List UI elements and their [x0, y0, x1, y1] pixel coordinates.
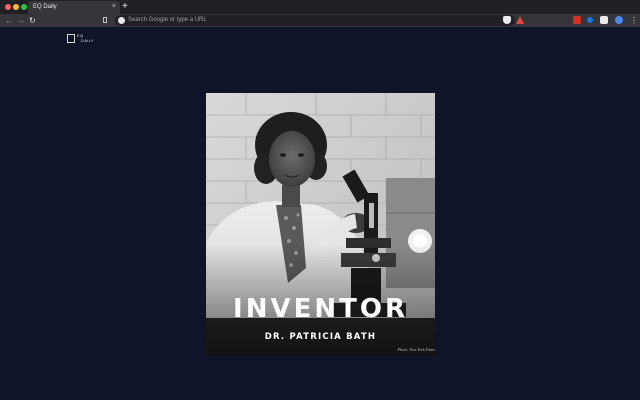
new-tab-page: EQ DAILY INVENTOR DR. PATRICIA BATH Phot… [0, 27, 640, 400]
google-icon [118, 17, 125, 24]
browser-toolbar: ← → ↻ Search Google or type a URL ⋮ [0, 14, 640, 27]
profile-avatar-icon[interactable] [615, 16, 623, 24]
reload-icon[interactable]: ↻ [29, 15, 36, 26]
address-bar[interactable]: Search Google or type a URL [115, 15, 515, 26]
featured-card: INVENTOR DR. PATRICIA BATH Photo: New Yo… [206, 93, 435, 356]
white-extension-icon[interactable] [600, 16, 608, 24]
forward-icon[interactable]: → [17, 15, 25, 26]
tab-title: EQ Daily [33, 4, 57, 10]
bookmark-icon[interactable] [103, 17, 107, 23]
tab-eq-daily[interactable]: EQ Daily × [28, 1, 120, 14]
menu-icon[interactable]: ⋮ [630, 15, 638, 26]
shield-extension-icon[interactable] [503, 16, 511, 24]
minimize-window-button[interactable] [13, 4, 19, 10]
eq-daily-logo[interactable]: EQ DAILY [67, 33, 107, 48]
new-tab-button[interactable]: + [122, 0, 128, 14]
photo-credit: Photo: New York Times [397, 347, 435, 352]
blue-extension-icon[interactable] [587, 17, 593, 23]
tab-close-icon[interactable]: × [112, 2, 116, 12]
address-bar-placeholder: Search Google or type a URL [128, 17, 207, 23]
tab-bar: EQ Daily × + [0, 0, 640, 14]
logo-square-icon [67, 34, 75, 43]
triangle-extension-icon[interactable] [516, 16, 524, 24]
person-name: DR. PATRICIA BATH [264, 332, 377, 342]
headline-title: INVENTOR [233, 294, 408, 324]
maximize-window-button[interactable] [21, 4, 27, 10]
back-icon[interactable]: ← [5, 15, 13, 26]
red-extension-icon[interactable] [573, 16, 581, 24]
close-window-button[interactable] [5, 4, 11, 10]
logo-daily-text: DAILY [81, 38, 94, 43]
